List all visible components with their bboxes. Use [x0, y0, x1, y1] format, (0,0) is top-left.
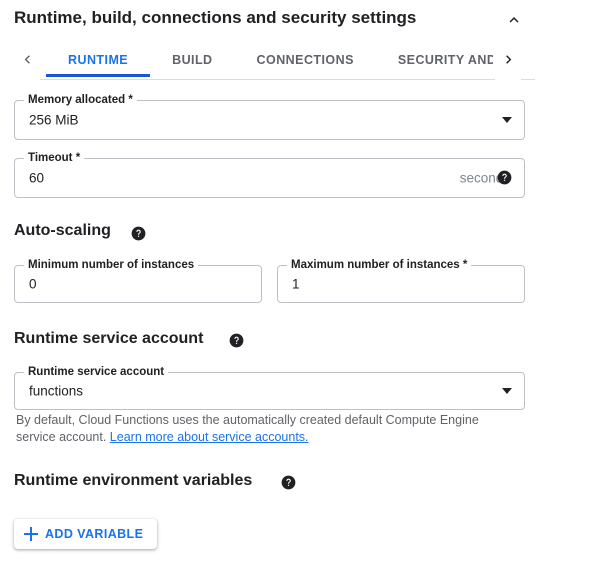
- tabs-viewport: RUNTIME BUILD CONNECTIONS SECURITY AND: [46, 44, 493, 80]
- min-instances-input[interactable]: Minimum number of instances 0: [14, 259, 262, 303]
- max-instances-input[interactable]: Maximum number of instances * 1: [277, 259, 525, 303]
- runtime-service-account-value: functions: [29, 383, 84, 399]
- max-instances-value: 1: [292, 276, 300, 292]
- plus-icon: [24, 527, 38, 541]
- runtime-service-account-helper-text: By default, Cloud Functions uses the aut…: [16, 412, 516, 446]
- add-variable-label: ADD VARIABLE: [45, 527, 144, 541]
- panel-header: Runtime, build, connections and security…: [0, 0, 610, 40]
- add-variable-button[interactable]: ADD VARIABLE: [14, 519, 158, 549]
- tab-runtime[interactable]: RUNTIME: [46, 44, 151, 77]
- runtime-environment-variables-help-icon[interactable]: [281, 475, 296, 490]
- learn-more-link[interactable]: Learn more about service accounts.: [110, 430, 309, 444]
- dropdown-arrow-icon[interactable]: [502, 388, 512, 394]
- memory-allocated-select[interactable]: Memory allocated * 256 MiB: [14, 94, 525, 140]
- tab-strip: RUNTIME BUILD CONNECTIONS SECURITY AND: [46, 44, 493, 80]
- timeout-value: 60: [29, 170, 45, 186]
- chevron-up-icon: [505, 11, 523, 29]
- memory-allocated-label: Memory allocated *: [24, 94, 137, 106]
- tabs-scroll-right-button[interactable]: [495, 44, 521, 80]
- runtime-service-account-heading: Runtime service account: [14, 330, 204, 347]
- min-instances-value: 0: [29, 276, 37, 292]
- runtime-environment-variables-heading: Runtime environment variables: [14, 472, 253, 489]
- dropdown-arrow-icon[interactable]: [502, 117, 512, 123]
- tabs-scroll-left-button[interactable]: [14, 44, 40, 80]
- max-instances-label: Maximum number of instances *: [287, 259, 472, 271]
- tab-security[interactable]: SECURITY AND: [376, 44, 493, 77]
- min-instances-label: Minimum number of instances: [24, 259, 199, 271]
- tab-bar: RUNTIME BUILD CONNECTIONS SECURITY AND: [14, 44, 535, 80]
- runtime-service-account-help-icon[interactable]: [229, 333, 244, 348]
- auto-scaling-heading: Auto-scaling: [14, 222, 111, 239]
- chevron-left-icon: [19, 51, 36, 73]
- chevron-right-icon: [500, 51, 517, 73]
- runtime-service-account-label: Runtime service account: [24, 366, 169, 378]
- collapse-panel-button[interactable]: [500, 6, 528, 34]
- timeout-input[interactable]: Timeout * 60 seconds: [14, 152, 525, 198]
- tab-bar-divider: [14, 79, 535, 80]
- auto-scaling-help-icon[interactable]: [131, 226, 146, 241]
- runtime-service-account-select[interactable]: Runtime service account functions: [14, 366, 525, 410]
- timeout-help-icon[interactable]: [497, 170, 512, 185]
- timeout-label: Timeout *: [24, 152, 85, 164]
- tab-connections[interactable]: CONNECTIONS: [235, 44, 376, 77]
- tab-build[interactable]: BUILD: [150, 44, 234, 77]
- memory-allocated-value: 256 MiB: [29, 112, 79, 128]
- page-title: Runtime, build, connections and security…: [14, 8, 417, 27]
